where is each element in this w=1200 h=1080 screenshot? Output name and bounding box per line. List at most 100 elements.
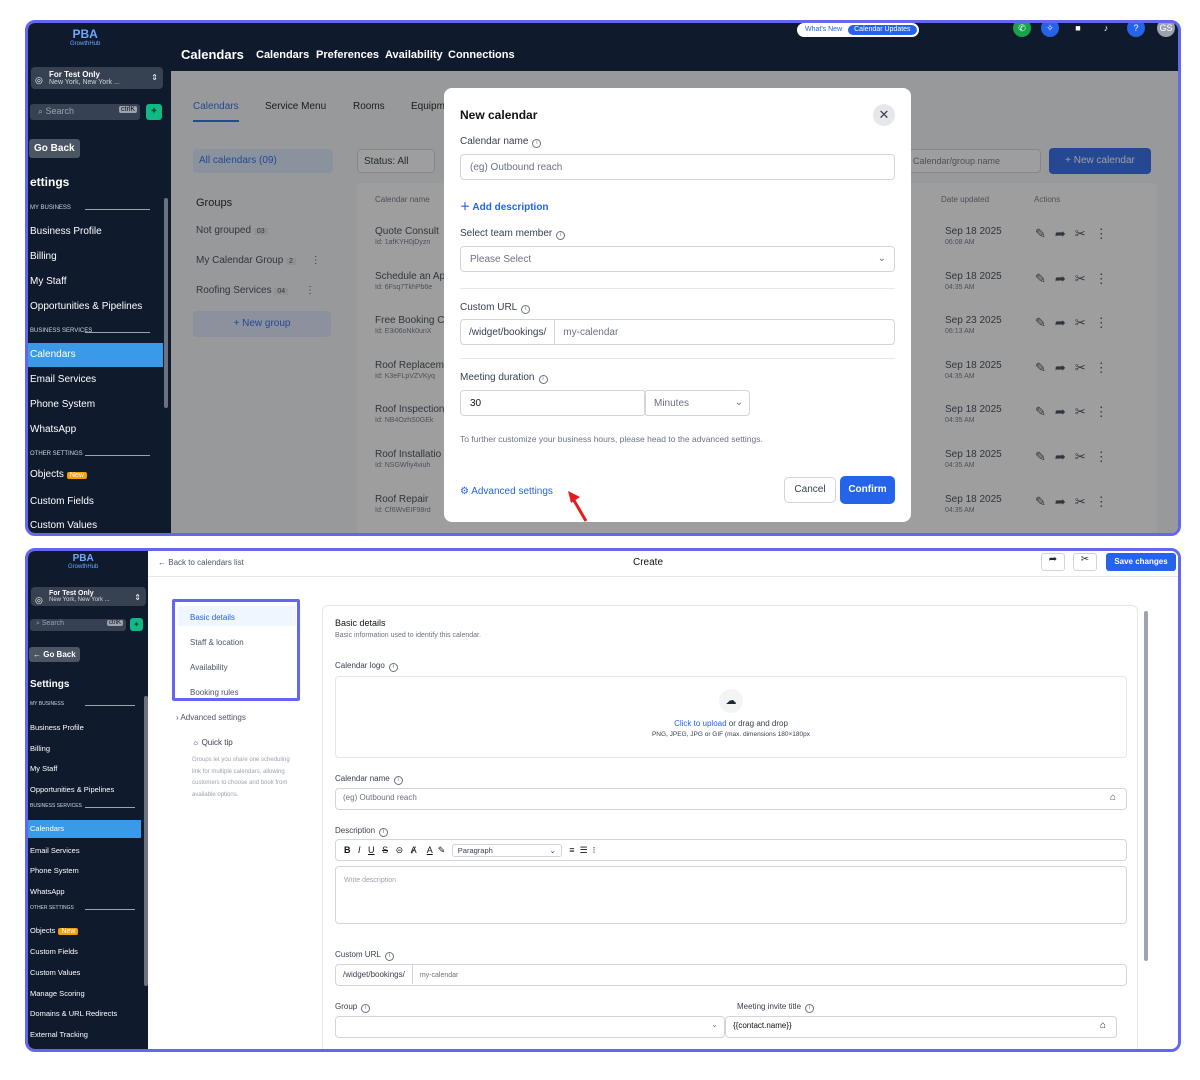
sidebar-item-email-services[interactable]: Email Services [28, 846, 141, 855]
confirm-button[interactable]: Confirm [840, 476, 895, 504]
lightbulb-icon: ☼ [192, 738, 202, 747]
link-icon[interactable]: ⊝ [396, 845, 404, 855]
account-switcher[interactable]: ◎ For Test Only New York, New York ... ⇕ [31, 67, 163, 89]
section-other-settings: OTHER SETTINGS [30, 451, 150, 457]
italic-icon[interactable]: I [358, 845, 361, 855]
calendar-name-input[interactable]: (eg) Outbound reach ⌂ [335, 788, 1127, 810]
custom-url-label: Custom URL i [335, 950, 394, 961]
sidebar-item-manage-scoring[interactable]: Manage Scoring [28, 989, 141, 998]
gift-icon[interactable]: ■ [1069, 23, 1087, 37]
pointer-arrow-icon [568, 491, 588, 522]
sidebar-item-email-services[interactable]: Email Services [28, 374, 163, 385]
sidebar-item-billing[interactable]: Billing [28, 744, 141, 753]
create-content: Basic details Staff & location Availabil… [148, 577, 1178, 1049]
step-staff-location[interactable]: Staff & location [190, 638, 244, 647]
tools-icon[interactable]: ✂ [1073, 553, 1097, 571]
sidebar-item-custom-values[interactable]: Custom Values [28, 968, 141, 977]
description-textarea[interactable]: Write description [335, 866, 1127, 924]
quick-add-button[interactable]: ✦ [146, 104, 162, 120]
sidebar-item-my-staff[interactable]: My Staff [28, 764, 141, 773]
logo-label: Calendar logo i [335, 661, 398, 672]
save-changes-button[interactable]: Save changes [1106, 553, 1176, 571]
section-title: Basic details [335, 618, 386, 628]
phone-icon[interactable]: ✆ [1013, 23, 1031, 37]
step-availability[interactable]: Availability [190, 663, 228, 672]
section-subtitle: Basic information used to identify this … [335, 632, 481, 639]
calendar-name-label: Calendar name i [460, 136, 542, 148]
duration-unit-select[interactable]: Minutes ⌄ [644, 390, 750, 416]
search-input[interactable]: ⌕ Search ctrlK [30, 104, 140, 120]
cancel-button[interactable]: Cancel [784, 477, 836, 503]
sidebar-item-objects[interactable]: Objects New [28, 926, 141, 935]
sidebar-item-business-profile[interactable]: Business Profile [28, 723, 141, 732]
back-link[interactable]: ← Back to calendars list [158, 558, 244, 567]
sidebar-item-my-staff[interactable]: My Staff [28, 276, 163, 287]
megaphone-icon[interactable]: ✧ [1041, 23, 1059, 37]
sidebar-item-calendars[interactable]: Calendars [28, 820, 141, 838]
custom-url-input[interactable]: /widget/bookings/my-calendar [460, 319, 895, 345]
chevron-updown-icon: ⇕ [151, 73, 158, 82]
step-booking-rules[interactable]: Booking rules [190, 688, 238, 697]
help-icon[interactable]: ? [1127, 23, 1145, 37]
location-icon: ◎ [35, 595, 43, 605]
chevron-down-icon: ⌄ [734, 397, 743, 408]
sidebar-item-business-profile[interactable]: Business Profile [28, 226, 163, 237]
sidebar-item-objects[interactable]: Objects New [28, 469, 163, 480]
bullet-list-icon[interactable]: ☰ [580, 845, 588, 855]
sidebar-item-custom-values[interactable]: Custom Values [28, 520, 163, 531]
group-select[interactable]: ⌄ [335, 1016, 725, 1038]
sidebar-item-domains-url-redirects[interactable]: Domains & URL Redirects [28, 1009, 141, 1018]
account-switcher[interactable]: ◎ For Test Only New York, New York ... ⇕ [31, 587, 146, 606]
share-icon[interactable]: ➦ [1041, 553, 1065, 571]
avatar[interactable]: GS [1157, 23, 1175, 37]
sidebar-scrollbar[interactable] [164, 198, 168, 408]
advanced-settings-link[interactable]: ⚙ Advanced settings [460, 486, 553, 497]
section-my-business: MY BUSINESS [30, 701, 135, 707]
quick-tip-title: ☼ Quick tip [192, 738, 233, 747]
tab-calendars[interactable]: Calendars [256, 49, 310, 73]
team-member-select[interactable]: Please Select ⌄ [460, 246, 895, 272]
sidebar-item-phone-system[interactable]: Phone System [28, 399, 163, 410]
sidebar-item-phone-system[interactable]: Phone System [28, 866, 141, 875]
numbered-list-icon[interactable]: ⁝ [593, 845, 596, 855]
info-icon: i [538, 375, 548, 384]
align-icon[interactable]: ≡ [569, 845, 574, 855]
step-basic-details[interactable]: Basic details [190, 613, 235, 622]
tab-availability[interactable]: Availability [385, 49, 443, 61]
quick-add-button[interactable]: ✦ [130, 618, 143, 631]
sidebar-item-custom-fields[interactable]: Custom Fields [28, 496, 163, 507]
duration-input[interactable]: 30 [460, 390, 646, 416]
go-back-button[interactable]: ← Go Back [29, 647, 80, 662]
content-scrollbar[interactable] [1144, 611, 1148, 961]
invite-title-input[interactable]: {{contact.name}} ⌂ [725, 1016, 1117, 1038]
sidebar-item-opportunities[interactable]: Opportunities & Pipelines [28, 301, 163, 312]
tab-connections[interactable]: Connections [448, 49, 515, 61]
custom-url-input[interactable]: /widget/bookings/my-calendar [335, 964, 1127, 986]
clear-format-icon[interactable]: Ⱥ [411, 845, 417, 855]
bell-icon[interactable]: ♪ [1097, 23, 1115, 37]
sidebar-item-calendars[interactable]: Calendars [28, 343, 163, 367]
strikethrough-icon[interactable]: S [382, 845, 388, 855]
sidebar-item-opportunities-pipelines[interactable]: Opportunities & Pipelines [28, 785, 141, 794]
sidebar-item-external-tracking[interactable]: External Tracking [28, 1030, 141, 1039]
sidebar-item-whatsapp[interactable]: WhatsApp [28, 424, 163, 435]
sidebar-item-custom-fields[interactable]: Custom Fields [28, 947, 141, 956]
add-description-link[interactable]: ＋ Add description [460, 198, 549, 213]
close-icon[interactable]: ✕ [873, 104, 895, 126]
highlight-icon[interactable]: ✎ [438, 845, 446, 855]
sidebar-item-whatsapp[interactable]: WhatsApp [28, 887, 141, 896]
advanced-settings-toggle[interactable]: › Advanced settings [176, 713, 246, 722]
tab-preferences[interactable]: Preferences [316, 49, 379, 61]
bold-icon[interactable]: B [344, 845, 351, 855]
search-input[interactable]: ⌕ Search ctrlK [30, 619, 126, 631]
calendar-name-input[interactable]: (eg) Outbound reach [460, 154, 895, 180]
underline-icon[interactable]: U [368, 845, 375, 855]
logo-upload-zone[interactable]: ☁ Click to upload or drag and drop PNG, … [335, 676, 1127, 758]
whats-new-pill[interactable]: What's New Calendar Updates [797, 23, 919, 37]
paragraph-select[interactable]: Paragraph ⌄ [451, 844, 562, 857]
advanced-hint: To further customize your business hours… [460, 434, 763, 444]
text-color-icon[interactable]: A [427, 845, 433, 855]
sidebar-item-billing[interactable]: Billing [28, 251, 163, 262]
go-back-button[interactable]: Go Back [29, 139, 80, 158]
description-label: Description i [335, 826, 389, 837]
